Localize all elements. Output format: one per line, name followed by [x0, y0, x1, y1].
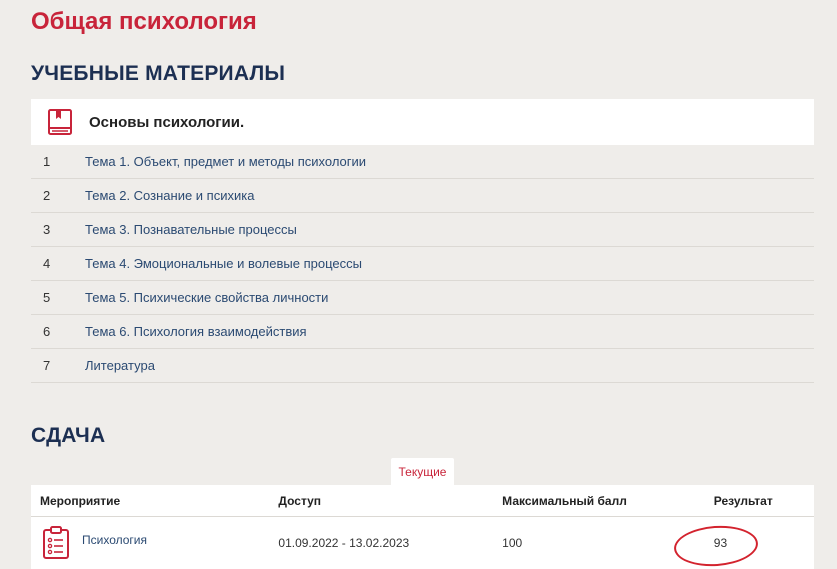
topic-link[interactable]: Тема 1. Объект, предмет и методы психоло… [85, 154, 366, 169]
topic-row: 3 Тема 3. Познавательные процессы [31, 213, 814, 247]
page-title: Общая психология [31, 8, 257, 35]
topic-link[interactable]: Тема 5. Психические свойства личности [85, 290, 328, 305]
topic-link[interactable]: Тема 3. Познавательные процессы [85, 222, 297, 237]
clipboard-list-icon [42, 526, 70, 560]
table-row: Психология 01.09.2022 - 13.02.2023 100 9… [31, 517, 814, 569]
topic-row: 1 Тема 1. Объект, предмет и методы психо… [31, 145, 814, 179]
event-cell: Психология [31, 517, 278, 569]
topic-number: 7 [43, 358, 51, 373]
topic-row: 6 Тема 6. Психология взаимодействия [31, 315, 814, 349]
topic-number: 4 [43, 256, 51, 271]
topic-link[interactable]: Литература [85, 358, 155, 373]
topic-number: 6 [43, 324, 51, 339]
result-cell: 93 [713, 536, 728, 550]
topic-number: 2 [43, 188, 51, 203]
topic-list: 1 Тема 1. Объект, предмет и методы психо… [31, 145, 814, 383]
book-icon [45, 107, 75, 137]
topic-row: 2 Тема 2. Сознание и психика [31, 179, 814, 213]
topic-link[interactable]: Тема 4. Эмоциональные и волевые процессы [85, 256, 362, 271]
topic-row: 5 Тема 5. Психические свойства личности [31, 281, 814, 315]
topic-link[interactable]: Тема 2. Сознание и психика [85, 188, 254, 203]
tab-current[interactable]: Текущие [391, 458, 454, 485]
column-header-event: Мероприятие [31, 485, 279, 517]
event-link[interactable]: Психология [82, 533, 147, 547]
table-header-row: Мероприятие Доступ Максимальный балл Рез… [31, 485, 814, 517]
section-title-materials: УЧЕБНЫЕ МАТЕРИАЛЫ [31, 62, 286, 85]
access-cell: 01.09.2022 - 13.02.2023 [278, 536, 410, 550]
topic-number: 5 [43, 290, 51, 305]
column-header-access: Доступ [278, 485, 503, 517]
topic-number: 3 [43, 222, 51, 237]
topic-number: 1 [43, 154, 51, 169]
events-table: Мероприятие Доступ Максимальный балл Рез… [31, 485, 814, 569]
topic-row: 4 Тема 4. Эмоциональные и волевые процес… [31, 247, 814, 281]
column-header-max-score: Максимальный балл [502, 485, 714, 517]
topic-row: 7 Литература [31, 349, 814, 383]
course-name: Основы психологии. [89, 113, 245, 131]
max-score-cell: 100 [502, 536, 523, 550]
course-card[interactable]: Основы психологии. [31, 99, 814, 145]
column-header-result: Результат [713, 485, 814, 517]
section-title-sdacha: СДАЧА [31, 424, 106, 447]
topic-link[interactable]: Тема 6. Психология взаимодействия [85, 324, 307, 339]
